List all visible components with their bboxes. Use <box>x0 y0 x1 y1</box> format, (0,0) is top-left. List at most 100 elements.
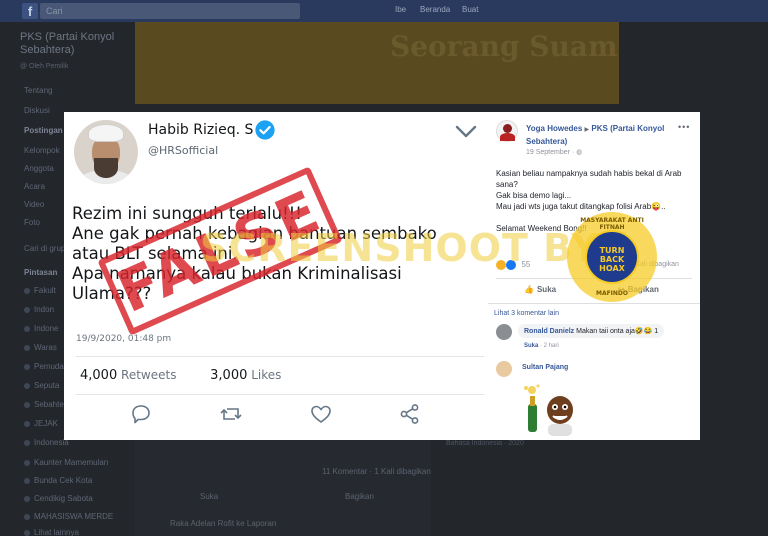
comment-time[interactable]: · 2 hari <box>538 343 559 349</box>
comment-text: Makan taii onta aja🤣😂 <box>576 328 653 335</box>
post-text-line: Kasian beliau nampaknya sudah habis beka… <box>496 169 682 178</box>
post-header: Yoga Howedes ▶ PKS (Partai Konyol Sebaht… <box>526 123 676 147</box>
retweets-stat[interactable]: 4,000 Retweets <box>80 368 177 383</box>
cover-text: Seorang Suami <box>390 30 619 63</box>
sidebar-item-discussion[interactable]: Diskusi <box>24 106 50 115</box>
tweet-author-name[interactable]: Habib Rizieq. S <box>148 122 253 138</box>
sidebar-item-posts[interactable]: Postingan <box>24 126 63 135</box>
badge-center: TURN BACK HOAX <box>585 230 639 284</box>
avatar[interactable] <box>496 120 518 142</box>
arrow-right-icon: ▶ <box>584 127 590 133</box>
search-input[interactable]: Cari <box>40 3 300 19</box>
group-icon <box>24 325 30 332</box>
group-icon <box>24 382 30 389</box>
view-more-comments-link[interactable]: Lihat 3 komentar lain <box>494 310 559 317</box>
verified-badge-icon <box>255 120 275 140</box>
more-options-icon[interactable]: ••• <box>678 122 690 132</box>
post-timestamp[interactable]: 19 September · ◍ <box>526 148 582 156</box>
badge-ring-text: MASYARAKAT ANTI FITNAH <box>580 217 644 231</box>
tweet-stats: 4,000 Retweets 3,000 Likes <box>80 368 281 383</box>
avatar[interactable] <box>496 361 512 377</box>
group-icon <box>24 495 30 502</box>
heart-icon[interactable] <box>308 402 334 426</box>
like-button[interactable]: 👍 Suka <box>524 285 556 294</box>
group-icon <box>24 420 30 427</box>
turnbackhoax-logo: MASYARAKAT ANTI FITNAH TURN BACK HOAX MA… <box>567 212 657 302</box>
group-icon <box>24 344 30 351</box>
group-icon <box>24 477 30 484</box>
group-icon <box>24 439 30 446</box>
comment-bubble: Ronald Danielz Makan taii onta aja🤣😂 1 <box>518 324 665 338</box>
background-share-button[interactable]: Bagikan <box>345 492 374 501</box>
likes-stat[interactable]: 3,000 Likes <box>210 368 282 383</box>
comment-author[interactable]: Ronald Danielz <box>524 328 574 335</box>
shortcut-item[interactable]: Bunda Cek Kota <box>24 476 92 485</box>
see-more-link[interactable]: Lihat lainnya <box>24 528 79 536</box>
group-icon <box>24 529 30 536</box>
shortcut-item[interactable]: Indone <box>24 324 58 333</box>
group-icon <box>24 363 30 370</box>
facebook-topbar: f Cari Ibe Beranda Buat <box>0 0 768 22</box>
retweets-count: 4,000 <box>80 368 118 383</box>
sidebar-item-about[interactable]: Tentang <box>24 86 52 95</box>
sidebar-item-photos[interactable]: Foto <box>24 218 40 227</box>
post-text-line: Mau jadi wts juga takut ditangkap folisi… <box>496 202 666 211</box>
shortcut-item[interactable]: Indonesia <box>24 438 69 447</box>
shortcut-item[interactable]: Seputa <box>24 381 59 390</box>
post-text-line: sana? <box>496 180 518 189</box>
comment-reaction-count[interactable]: 1 <box>654 328 658 335</box>
likes-count: 3,000 <box>210 368 248 383</box>
comment-like-link[interactable]: Suka <box>524 343 538 349</box>
group-icon <box>24 459 30 466</box>
tweet-timestamp[interactable]: 19/9/2020, 01:48 pm <box>76 334 171 344</box>
retweets-label: Retweets <box>121 368 177 382</box>
shortcut-item[interactable]: Fakult <box>24 286 56 295</box>
likes-label: Likes <box>251 368 282 382</box>
group-icon <box>24 306 30 313</box>
sidebar-item-members[interactable]: Anggota <box>24 164 54 173</box>
nav-profile[interactable]: Ibe <box>395 5 406 14</box>
reply-icon[interactable] <box>128 402 154 426</box>
shortcut-item[interactable]: Kaunter Mamemulan <box>24 458 108 467</box>
group-cover-photo: Seorang Suami <box>135 22 619 104</box>
background-comment: Raka Adelan Rofit ke Laporan <box>170 519 277 528</box>
group-icon <box>24 401 30 408</box>
comment-author[interactable]: Sultan Pajang <box>522 364 568 371</box>
chevron-down-icon[interactable] <box>454 124 478 140</box>
divider <box>76 356 484 357</box>
background-post-counts[interactable]: 11 Komentar · 1 Kali dibagikan <box>322 467 431 476</box>
group-icon <box>24 513 30 520</box>
avatar[interactable] <box>74 120 138 184</box>
post-author-link[interactable]: Yoga Howedes <box>526 124 582 133</box>
background-like-button[interactable]: Suka <box>200 492 218 501</box>
sidebar-item-videos[interactable]: Video <box>24 200 44 209</box>
shortcut-item[interactable]: Cendikig Sabota <box>24 494 93 503</box>
shortcut-item[interactable]: MAHASISWA MERDE <box>24 512 113 521</box>
champagne-sticker <box>524 384 573 436</box>
divider <box>76 394 484 395</box>
shortcuts-heading: Pintasan <box>24 268 58 277</box>
shortcut-item[interactable]: Waras <box>24 343 57 352</box>
sidebar-item-search[interactable]: Cari di grup <box>24 244 65 253</box>
sidebar-item-events[interactable]: Acara <box>24 182 45 191</box>
shortcut-item[interactable]: Pemuda <box>24 362 64 371</box>
globe-icon: ◍ <box>576 149 583 156</box>
nav-create[interactable]: Buat <box>462 5 478 14</box>
shortcut-item[interactable]: Indon <box>24 305 54 314</box>
facebook-logo-icon[interactable]: f <box>22 3 38 19</box>
tweet-author-handle[interactable]: @HRSofficial <box>148 144 218 157</box>
sidebar-item-groups[interactable]: Kelompok <box>24 146 60 155</box>
group-icon <box>24 287 30 294</box>
post-text-line: Gak bisa demo lagi... <box>496 191 572 200</box>
shortcut-item[interactable]: JEJAK <box>24 419 58 428</box>
avatar[interactable] <box>496 324 512 340</box>
retweet-icon[interactable] <box>218 402 244 426</box>
nav-home[interactable]: Beranda <box>420 5 450 14</box>
divider <box>488 303 700 304</box>
thumbs-up-icon: 👍 <box>524 285 534 294</box>
group-privacy: @ Oleh Pemilik <box>20 63 69 70</box>
group-title[interactable]: PKS (Partai Konyol Sebahtera) <box>20 31 135 57</box>
background-footer-links[interactable]: Bahasa Indonesia · 2020 <box>446 440 596 454</box>
share-icon[interactable] <box>397 402 423 426</box>
comment-meta: Suka · 2 hari <box>524 343 559 349</box>
